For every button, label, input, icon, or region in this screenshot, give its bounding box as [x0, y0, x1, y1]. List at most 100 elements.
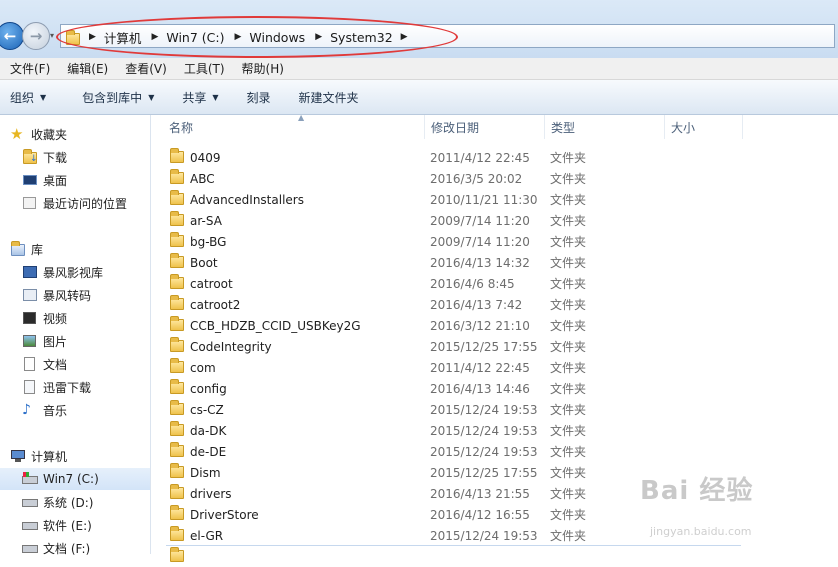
table-row[interactable]: CCB_HDZB_CCID_USBKey2G 2016/3/12 21:10 文件夹 [166, 315, 746, 336]
folder-icon [170, 232, 184, 247]
file-type: 文件夹 [550, 340, 587, 354]
nav-item-drive-e[interactable]: 软件 (E:) [22, 514, 172, 536]
nav-item-documents[interactable]: 文档 [22, 353, 172, 375]
folder-icon [170, 547, 184, 562]
nav-item-drive-c[interactable]: Win7 (C:) [0, 468, 150, 490]
nav-item-videos[interactable]: 视频 [22, 307, 172, 329]
table-row[interactable]: config 2016/4/13 14:46 文件夹 [166, 378, 746, 399]
file-date: 2016/4/6 8:45 [430, 276, 515, 291]
nav-computer[interactable]: 计算机 [10, 445, 160, 467]
table-row[interactable]: 0409 2011/4/12 22:45 文件夹 [166, 147, 746, 168]
nav-item-xunlei[interactable]: 迅雷下载 [22, 376, 172, 398]
file-name: catroot [190, 276, 233, 291]
folder-icon [170, 463, 184, 478]
table-row[interactable]: de-DE 2015/12/24 19:53 文件夹 [166, 441, 746, 462]
sort-up-icon: ▲ [298, 113, 305, 122]
menu-help[interactable]: 帮助(H) [242, 60, 284, 77]
table-row[interactable]: ar-SA 2009/7/14 11:20 文件夹 [166, 210, 746, 231]
folder-icon [170, 379, 184, 394]
file-type: 文件夹 [550, 319, 587, 333]
file-date: 2015/12/25 17:55 [430, 465, 538, 480]
file-type: 文件夹 [550, 277, 587, 291]
table-row[interactable]: DriverStore 2016/4/12 16:55 文件夹 [166, 504, 746, 525]
table-row[interactable]: Boot 2016/4/13 14:32 文件夹 [166, 252, 746, 273]
table-row[interactable]: bg-BG 2009/7/14 11:20 文件夹 [166, 231, 746, 252]
file-type: 文件夹 [550, 361, 587, 375]
drive-icon [22, 541, 38, 555]
file-type: 文件夹 [550, 214, 587, 228]
file-date: 2011/4/12 22:45 [430, 150, 530, 165]
include-library-button[interactable]: 包含到库中 ▼ [72, 89, 164, 106]
menu-edit[interactable]: 编辑(E) [67, 60, 108, 77]
nav-item-baofeng-transcode[interactable]: 暴风转码 [22, 284, 172, 306]
burn-button[interactable]: 刻录 [237, 89, 281, 106]
file-name: AdvancedInstallers [190, 192, 304, 207]
nav-favorites[interactable]: ★ 收藏夹 [10, 123, 160, 145]
file-type: 文件夹 [550, 487, 587, 501]
file-name: Boot [190, 255, 218, 270]
forward-button[interactable]: → [22, 22, 50, 50]
menu-file[interactable]: 文件(F) [10, 60, 50, 77]
picture-icon [22, 334, 38, 348]
navigation-pane: ★ 收藏夹 ↓ 下载 桌面 最近访问的位置 库 暴风影视库 暴风转码 视频 图片… [0, 115, 151, 556]
table-row[interactable]: AdvancedInstallers 2010/11/21 11:30 文件夹 [166, 189, 746, 210]
column-header-type[interactable]: 类型 [545, 115, 665, 139]
nav-libraries[interactable]: 库 [10, 238, 160, 260]
folder-icon [170, 316, 184, 331]
watermark-logo: Bai 经验 [640, 476, 754, 506]
folder-icon [170, 526, 184, 541]
nav-item-desktop[interactable]: 桌面 [22, 169, 172, 191]
nav-item-baofeng-library[interactable]: 暴风影视库 [22, 261, 172, 283]
file-name: bg-BG [190, 234, 227, 249]
file-type: 文件夹 [550, 235, 587, 249]
nav-item-pictures[interactable]: 图片 [22, 330, 172, 352]
file-date: 2015/12/25 17:55 [430, 339, 538, 354]
download-folder-icon: ↓ [22, 149, 38, 164]
organize-button[interactable]: 组织 ▼ [0, 89, 56, 106]
new-folder-button[interactable]: 新建文件夹 [289, 89, 369, 106]
file-type: 文件夹 [550, 298, 587, 312]
column-header-date[interactable]: 修改日期 [425, 115, 545, 139]
music-note-icon: ♪ [22, 402, 31, 418]
share-button[interactable]: 共享 ▼ [172, 89, 228, 106]
file-date: 2015/12/24 19:53 [430, 444, 538, 459]
table-row-partial[interactable] [166, 545, 741, 567]
column-header-name[interactable]: ▲ 名称 [163, 113, 425, 139]
nav-item-downloads[interactable]: ↓ 下载 [22, 146, 172, 168]
folder-icon [170, 295, 184, 310]
file-date: 2009/7/14 11:20 [430, 213, 530, 228]
recent-pages-dropdown[interactable]: ▾ [50, 31, 54, 40]
chevron-down-icon: ▼ [148, 92, 155, 102]
command-bar: 组织 ▼ 包含到库中 ▼ 共享 ▼ 刻录 新建文件夹 [0, 80, 838, 115]
highlight-annotation [56, 16, 458, 58]
table-row[interactable]: da-DK 2015/12/24 19:53 文件夹 [166, 420, 746, 441]
file-type: 文件夹 [550, 403, 587, 417]
nav-item-recent[interactable]: 最近访问的位置 [22, 192, 172, 214]
nav-item-drive-d[interactable]: 系统 (D:) [22, 491, 172, 513]
column-header-size[interactable]: 大小 [665, 115, 743, 139]
folder-icon [170, 337, 184, 352]
table-row[interactable]: catroot2 2016/4/13 7:42 文件夹 [166, 294, 746, 315]
menu-view[interactable]: 查看(V) [125, 60, 167, 77]
table-row[interactable]: catroot 2016/4/6 8:45 文件夹 [166, 273, 746, 294]
nav-item-drive-f[interactable]: 文档 (F:) [22, 537, 172, 559]
back-button[interactable]: ← [0, 22, 24, 50]
file-name: config [190, 381, 227, 396]
table-row[interactable]: cs-CZ 2015/12/24 19:53 文件夹 [166, 399, 746, 420]
arrow-left-icon: ← [3, 27, 17, 45]
file-name: com [190, 360, 216, 375]
file-date: 2016/4/13 14:32 [430, 255, 530, 270]
table-row[interactable]: CodeIntegrity 2015/12/25 17:55 文件夹 [166, 336, 746, 357]
table-row[interactable]: ABC 2016/3/5 20:02 文件夹 [166, 168, 746, 189]
folder-icon [170, 148, 184, 163]
star-icon: ★ [10, 125, 24, 143]
file-date: 2016/4/12 16:55 [430, 507, 530, 522]
file-name: da-DK [190, 423, 227, 438]
folder-icon [170, 169, 184, 184]
nav-item-music[interactable]: ♪ 音乐 [22, 399, 172, 421]
menu-tools[interactable]: 工具(T) [184, 60, 225, 77]
folder-icon [170, 274, 184, 289]
video-library-icon [22, 265, 38, 279]
folder-icon [170, 442, 184, 457]
table-row[interactable]: com 2011/4/12 22:45 文件夹 [166, 357, 746, 378]
